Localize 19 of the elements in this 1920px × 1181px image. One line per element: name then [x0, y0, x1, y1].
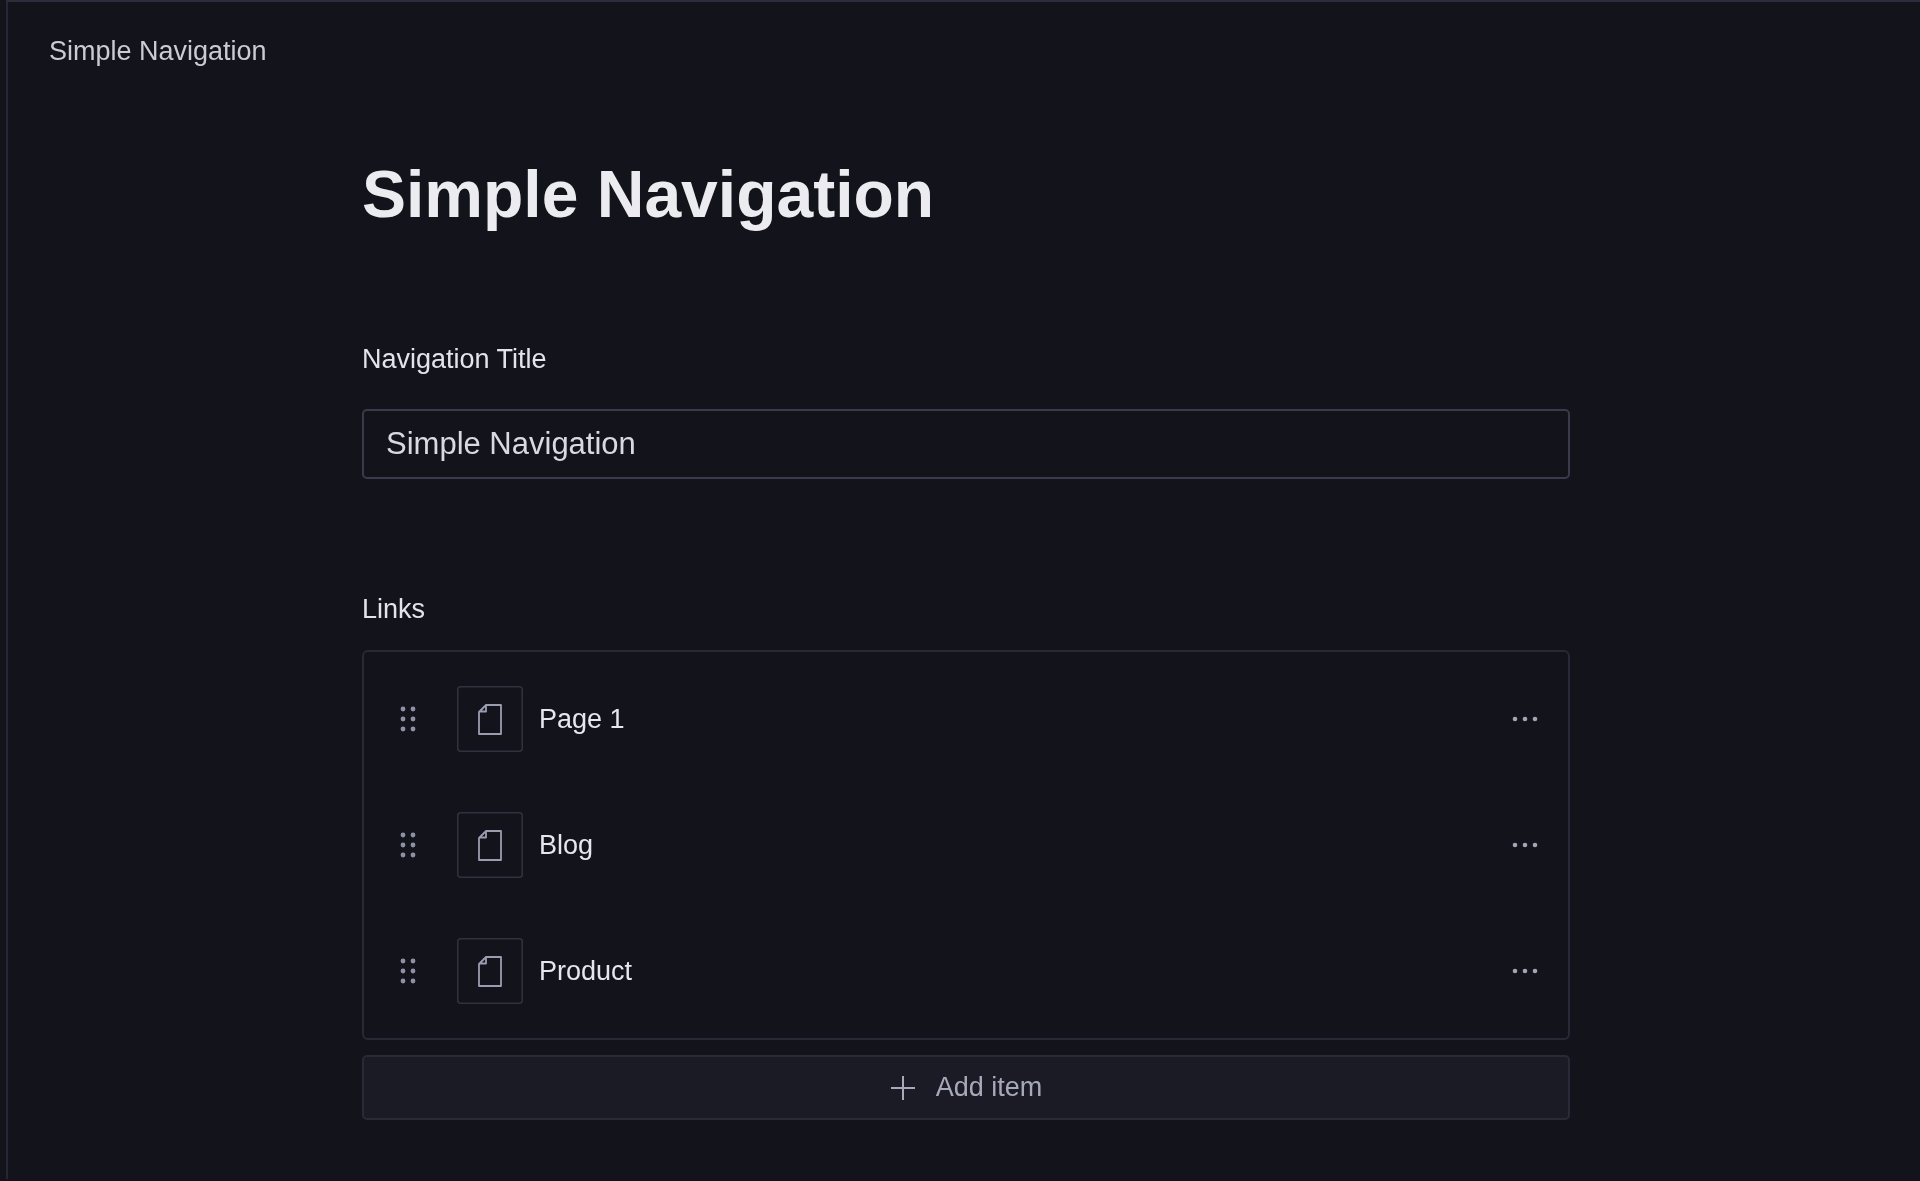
- more-options-icon[interactable]: [1512, 968, 1538, 974]
- document-icon: [457, 686, 523, 752]
- more-options-icon[interactable]: [1512, 716, 1538, 722]
- page-title: Simple Navigation: [362, 156, 935, 233]
- plus-icon: [889, 1074, 916, 1101]
- title-input[interactable]: Simple Navigation: [362, 409, 1570, 479]
- drag-handle-icon[interactable]: [400, 958, 416, 984]
- section-label: Links: [362, 593, 426, 625]
- breadcrumb-title: Simple Navigation: [49, 35, 267, 67]
- add-item-button[interactable]: Add item: [362, 1055, 1570, 1120]
- document-icon: [457, 812, 523, 878]
- link-item-label[interactable]: Product: [539, 955, 633, 987]
- link-item-label[interactable]: Page 1: [539, 703, 625, 735]
- drag-handle-icon[interactable]: [400, 706, 416, 732]
- drag-handle-icon[interactable]: [400, 832, 416, 858]
- document-icon: [457, 938, 523, 1004]
- more-options-icon[interactable]: [1512, 842, 1538, 848]
- field-label: Navigation Title: [362, 343, 547, 375]
- link-item-label[interactable]: Blog: [539, 829, 594, 861]
